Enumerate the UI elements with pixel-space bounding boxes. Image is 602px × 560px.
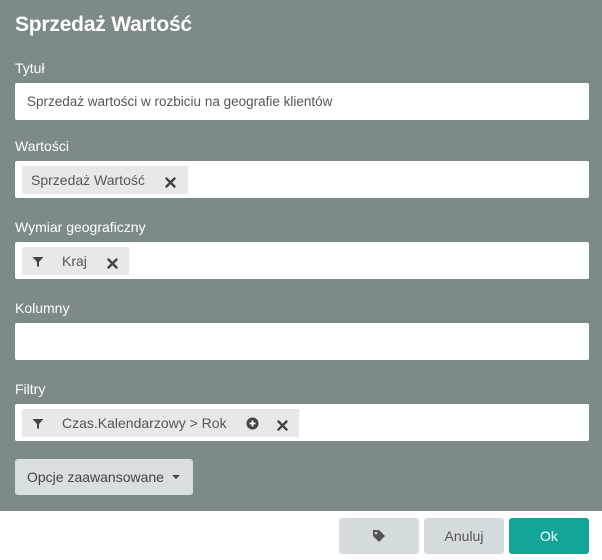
filter-icon[interactable] bbox=[32, 255, 44, 267]
filter-icon[interactable] bbox=[32, 417, 44, 429]
filters-label: Filtry bbox=[15, 381, 46, 397]
values-chip-label: Sprzedaż Wartość bbox=[31, 172, 145, 188]
advanced-options-button[interactable]: Opcje zaawansowane bbox=[15, 459, 193, 495]
remove-icon[interactable] bbox=[165, 175, 176, 188]
title-input[interactable] bbox=[15, 83, 589, 120]
values-field[interactable]: Sprzedaż Wartość bbox=[15, 161, 589, 198]
remove-icon[interactable] bbox=[107, 256, 118, 269]
geo-chip: Kraj bbox=[22, 247, 129, 275]
title-label: Tytuł bbox=[15, 60, 45, 76]
dialog-body: Sprzedaż Wartość Tytuł Wartości Sprzedaż… bbox=[0, 0, 602, 511]
filters-chip: Czas.Kalendarzowy > Rok bbox=[22, 409, 299, 437]
filters-field[interactable]: Czas.Kalendarzowy > Rok bbox=[15, 404, 589, 441]
values-chip: Sprzedaż Wartość bbox=[22, 166, 188, 194]
geo-field[interactable]: Kraj bbox=[15, 242, 589, 279]
geo-chip-label: Kraj bbox=[62, 253, 87, 269]
values-label: Wartości bbox=[15, 138, 69, 154]
filters-chip-label: Czas.Kalendarzowy > Rok bbox=[62, 415, 227, 431]
caret-down-icon bbox=[171, 475, 180, 479]
tag-icon bbox=[373, 530, 385, 542]
columns-label: Kolumny bbox=[15, 300, 70, 316]
columns-field[interactable] bbox=[15, 323, 589, 360]
dialog-title: Sprzedaż Wartość bbox=[15, 13, 192, 36]
ok-button[interactable]: Ok bbox=[509, 518, 589, 554]
plus-circle-icon[interactable] bbox=[246, 417, 259, 430]
cancel-button[interactable]: Anuluj bbox=[424, 518, 504, 554]
tag-button[interactable] bbox=[339, 518, 419, 554]
advanced-options-label: Opcje zaawansowane bbox=[27, 469, 164, 485]
title-field[interactable] bbox=[15, 83, 589, 120]
geo-label: Wymiar geograficzny bbox=[15, 219, 146, 235]
remove-icon[interactable] bbox=[276, 418, 288, 431]
